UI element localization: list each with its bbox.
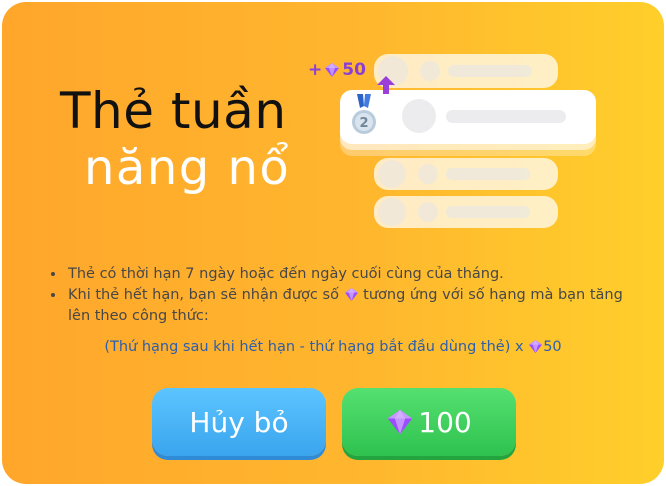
- avatar-placeholder: [402, 99, 436, 133]
- info-text: Thẻ có thời hạn 7 ngày hoặc đến ngày cuố…: [52, 264, 642, 327]
- avatar-placeholder: [418, 202, 438, 222]
- purple-gem-icon: [388, 409, 413, 435]
- avatar-placeholder: [378, 160, 406, 188]
- formula: (Thứ hạng sau khi hết hạn - thứ hạng bắt…: [2, 339, 664, 355]
- info-bullet-2: Khi thẻ hết hạn, bạn sẽ nhận được số tươ…: [66, 285, 642, 327]
- purple-gem-icon: [344, 287, 358, 302]
- info-bullet-1: Thẻ có thời hạn 7 ngày hoặc đến ngày cuố…: [66, 264, 642, 285]
- buy-button-price: 100: [418, 405, 472, 439]
- buy-button[interactable]: 100: [342, 388, 516, 456]
- weekly-card-dialog: Thẻ tuần năng nổ 2 + 50 • Thẻ có thời hạ…: [2, 2, 664, 484]
- cancel-button[interactable]: Hủy bỏ: [152, 388, 326, 456]
- bonus-label: + 50: [308, 60, 366, 80]
- bonus-value: 50: [342, 60, 366, 80]
- avatar-placeholder: [420, 61, 440, 81]
- formula-text: (Thứ hạng sau khi hết hạn - thứ hạng bắt…: [104, 339, 524, 355]
- ranking-row: [374, 54, 558, 88]
- ranking-row: [374, 196, 558, 228]
- silver-medal-icon: 2: [352, 94, 376, 134]
- name-placeholder: [446, 206, 530, 218]
- purple-gem-icon: [325, 63, 340, 77]
- avatar-placeholder: [418, 164, 438, 184]
- avatar-placeholder: [378, 198, 406, 226]
- medal-rank-label: 2: [359, 116, 368, 131]
- up-arrow-icon: [377, 76, 395, 94]
- formula-value: 50: [543, 339, 562, 355]
- cancel-button-label: Hủy bỏ: [189, 405, 289, 439]
- purple-gem-icon: [529, 339, 543, 354]
- bonus-prefix: +: [308, 60, 323, 80]
- ranking-row: [374, 158, 558, 190]
- name-placeholder: [446, 110, 566, 123]
- info-bullet-2-start: Khi thẻ hết hạn, bạn sẽ nhận được số: [68, 287, 339, 303]
- title-line-1: Thẻ tuần: [60, 82, 287, 140]
- name-placeholder: [448, 65, 532, 77]
- title-line-2: năng nổ: [84, 140, 291, 196]
- name-placeholder: [446, 168, 530, 180]
